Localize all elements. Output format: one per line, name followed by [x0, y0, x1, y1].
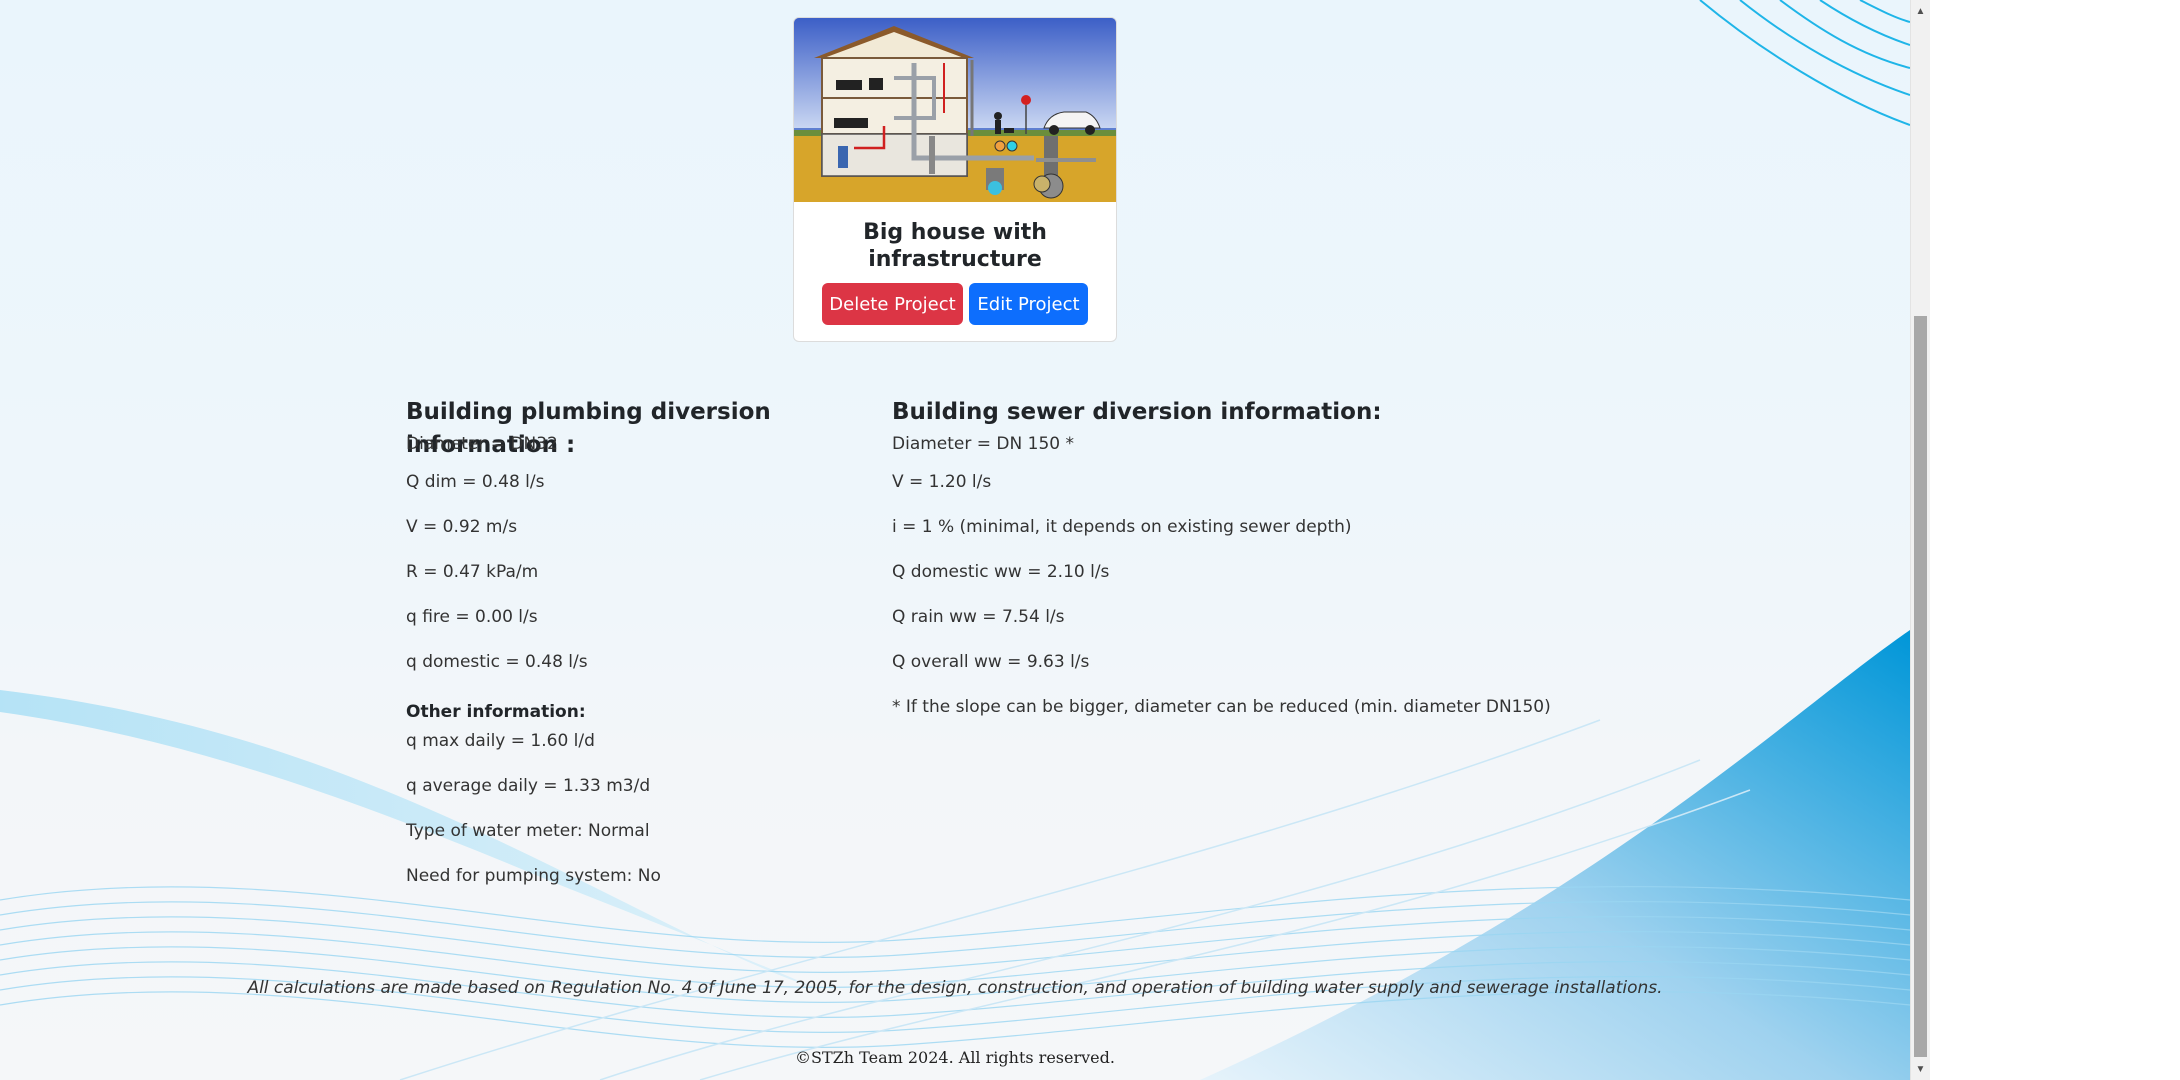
sewer-heading: Building sewer diversion information:	[892, 399, 1382, 425]
page: Big house with infrastructure Delete Pro…	[0, 0, 2180, 1080]
water-meter-type: Type of water meter: Normal	[406, 821, 650, 841]
sewer-q-domestic: Q domestic ww = 2.10 l/s	[892, 562, 1110, 582]
sewer-info-section: Building sewer diversion information: Di…	[892, 396, 1592, 737]
sewer-q-overall: Q overall ww = 9.63 l/s	[892, 652, 1090, 672]
project-title: Big house with infrastructure	[863, 220, 1047, 272]
q-average-daily: q average daily = 1.33 m3/d	[406, 776, 651, 796]
q-max-daily: q max daily = 1.60 l/d	[406, 731, 595, 751]
sewer-footnote: * If the slope can be bigger, diameter c…	[892, 697, 1551, 717]
plumbing-q-fire: q fire = 0.00 l/s	[406, 607, 538, 627]
project-card: Big house with infrastructure Delete Pro…	[793, 17, 1117, 342]
other-information-heading: Other information:	[406, 702, 586, 722]
sewer-q-rain: Q rain ww = 7.54 l/s	[892, 607, 1065, 627]
plumbing-resistance: R = 0.47 kPa/m	[406, 562, 539, 582]
sewer-slope: i = 1 % (minimal, it depends on existing…	[892, 517, 1352, 537]
vertical-scrollbar[interactable]: ▲ ▼	[1910, 0, 1930, 1080]
edit-project-button[interactable]: Edit Project	[969, 283, 1088, 325]
scroll-up-arrow-icon[interactable]: ▲	[1911, 2, 1930, 20]
empty-area	[1930, 0, 2180, 1080]
plumbing-q-domestic: q domestic = 0.48 l/s	[406, 652, 588, 672]
sewer-velocity: V = 1.20 l/s	[892, 472, 992, 492]
plumbing-heading: Building plumbing diversion information …	[406, 399, 771, 458]
regulation-note: All calculations are made based on Regul…	[247, 978, 1663, 998]
copyright: ©STZh Team 2024. All rights reserved.	[795, 1048, 1115, 1067]
plumbing-velocity: V = 0.92 m/s	[406, 517, 518, 537]
pumping-system-need: Need for pumping system: No	[406, 866, 661, 886]
scrollbar-thumb[interactable]	[1914, 316, 1927, 1057]
house-infrastructure-image	[794, 18, 1116, 202]
scroll-down-arrow-icon[interactable]: ▼	[1911, 1060, 1930, 1078]
plumbing-info-section: Building plumbing diversion information …	[406, 396, 876, 906]
delete-project-button[interactable]: Delete Project	[822, 283, 963, 325]
plumbing-q-dim: Q dim = 0.48 l/s	[406, 472, 545, 492]
sewer-diameter: Diameter = DN 150 *	[892, 434, 1074, 454]
